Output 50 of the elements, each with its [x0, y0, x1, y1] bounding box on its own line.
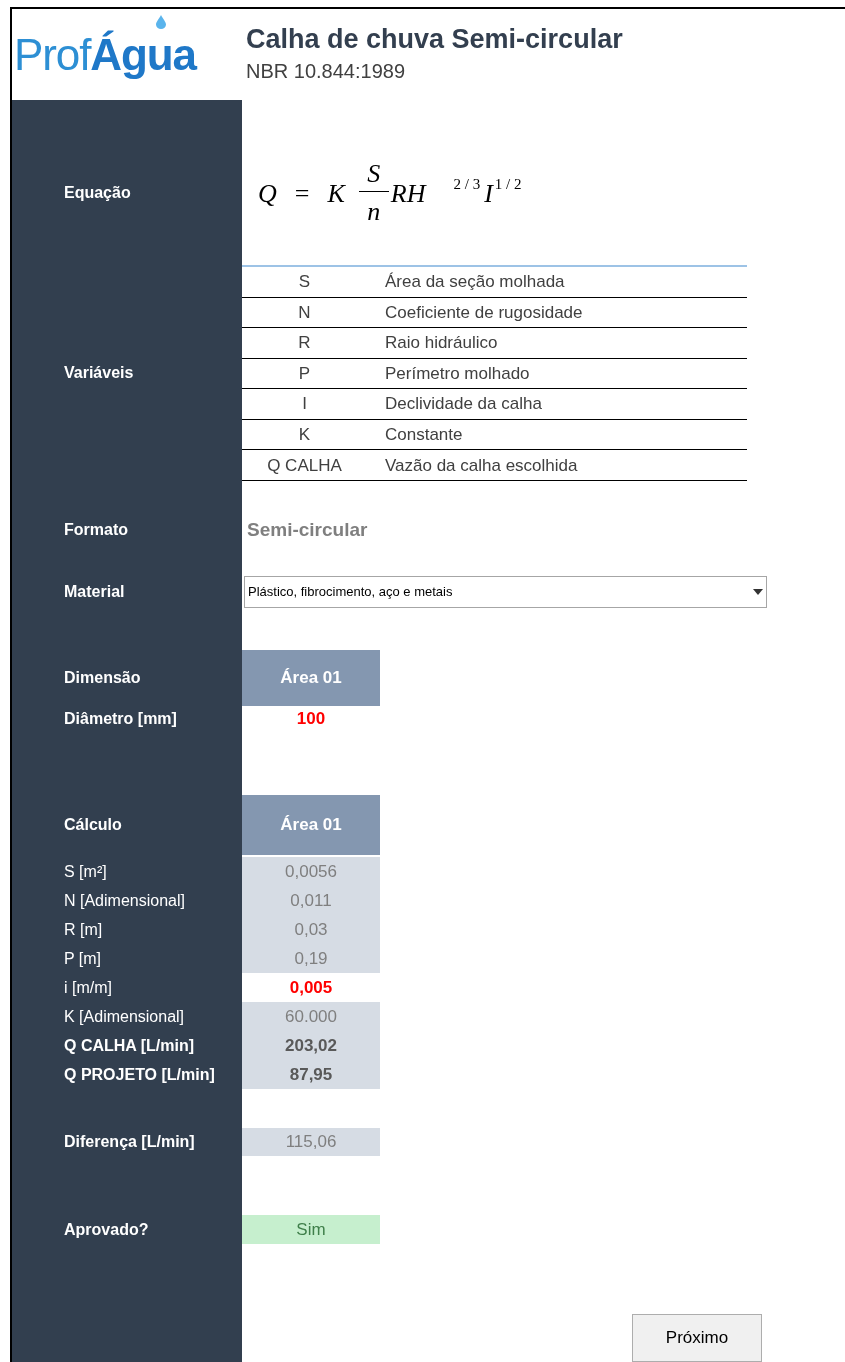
variable-symbol: S: [297, 271, 312, 294]
field-label: S [m²]: [64, 861, 107, 882]
field-label: K [Adimensional]: [64, 1006, 185, 1027]
variable-description: Área da seção molhada: [384, 271, 565, 294]
column-header: Área 01: [242, 795, 380, 855]
variable-symbol: R: [297, 332, 312, 355]
dropdown-arrow-icon: [753, 589, 763, 595]
field-label: Aprovado?: [64, 1219, 149, 1240]
field-label: Cálculo: [64, 815, 122, 835]
column-header: Área 01: [242, 650, 380, 706]
format-value: Semi-circular: [246, 517, 368, 542]
table-cell: 0,011: [242, 886, 380, 915]
table-cell: 0,19: [242, 944, 380, 973]
field-label: Q CALHA [L/min]: [64, 1035, 195, 1056]
water-drop-icon: [156, 15, 166, 29]
table-cell: 87,95: [242, 1060, 380, 1089]
variable-symbol: I: [301, 393, 308, 416]
variable-description: Coeficiente de rugosidade: [384, 301, 583, 324]
logo: ProfÁgua: [14, 32, 196, 77]
field-label: R [m]: [64, 919, 103, 940]
variable-symbol: K: [297, 423, 312, 446]
table-cell: 203,02: [242, 1031, 380, 1060]
variable-description: Vazão da calha escolhida: [384, 454, 578, 477]
table-cell: 60.000: [242, 1002, 380, 1031]
field-label: Q PROJETO [L/min]: [64, 1064, 215, 1085]
field-label: N [Adimensional]: [64, 890, 185, 911]
field-label: Diâmetro [mm]: [64, 709, 177, 729]
variable-description: Declividade da calha: [384, 393, 542, 416]
variable-symbol: Q CALHA: [266, 454, 343, 477]
standard-code: NBR 10.844:1989: [246, 59, 406, 85]
material-dropdown[interactable]: Plástico, fibrocimento, aço e metais: [244, 576, 767, 608]
table-cell: 0,0056: [242, 857, 380, 886]
field-label: Material: [64, 582, 125, 602]
variable-description: Raio hidráulico: [384, 332, 498, 355]
variable-symbol: N: [297, 301, 312, 324]
table-cell: Sim: [242, 1215, 380, 1244]
field-label: Dimensão: [64, 668, 141, 688]
variable-symbol: P: [297, 362, 312, 385]
table-cell: 0,03: [242, 915, 380, 944]
next-button[interactable]: Próximo: [632, 1314, 762, 1362]
page-title: Calha de chuva Semi-circular: [246, 22, 623, 56]
field-label: Variáveis: [64, 363, 134, 383]
variable-description: Constante: [384, 423, 463, 446]
field-label: Diferença [L/min]: [64, 1132, 195, 1152]
field-label: P [m]: [64, 948, 102, 969]
field-label: Equação: [64, 183, 131, 203]
field-label: i [m/m]: [64, 977, 112, 998]
variable-description: Perímetro molhado: [384, 362, 530, 385]
field-label: Formato: [64, 520, 128, 540]
table-cell: 115,06: [242, 1128, 380, 1156]
